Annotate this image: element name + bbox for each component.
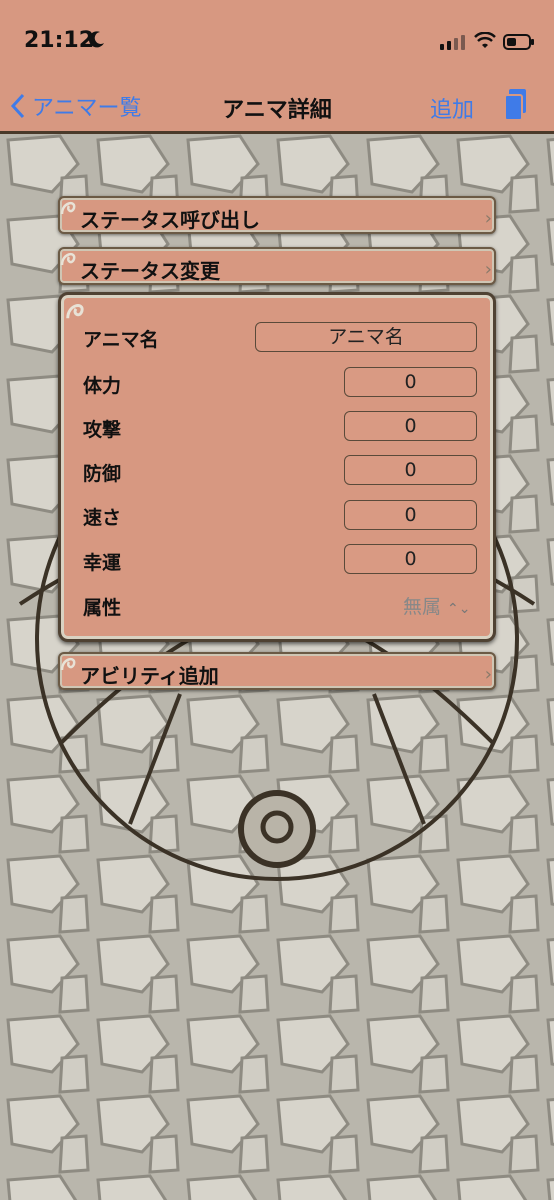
ability-add-cell[interactable]: アビリティ追加 ›: [58, 652, 496, 690]
stat-label-speed: 速さ: [83, 507, 122, 529]
stat-field-speed[interactable]: 0: [344, 500, 477, 530]
status-call-cell[interactable]: ステータス呼び出し ›: [58, 196, 496, 234]
swirl-icon: [66, 304, 84, 319]
stat-field-luck[interactable]: 0: [344, 544, 477, 574]
attribute-select[interactable]: 無属 ⌃⌄: [403, 592, 470, 619]
chevron-right-icon: ›: [484, 208, 492, 229]
anima-name-field[interactable]: アニマ名: [255, 322, 477, 352]
stat-label-defense: 防御: [83, 463, 122, 485]
anima-name-label: アニマ名: [83, 329, 159, 351]
signal-icon: [440, 35, 465, 50]
navigation-bar: アニマー覧 アニマ詳細 追加: [0, 86, 554, 130]
swirl-icon: [60, 252, 76, 266]
swirl-icon: [60, 657, 76, 671]
stat-field-attack[interactable]: 0: [344, 411, 477, 441]
stat-label-luck: 幸運: [83, 552, 122, 574]
status-bar: 21:12: [0, 22, 554, 62]
status-change-label: ステータス変更: [80, 259, 220, 283]
chevron-up-down-icon: ⌃⌄: [447, 601, 471, 617]
stat-label-attack: 攻撃: [83, 419, 122, 441]
anima-form-panel: アニマ名 アニマ名 体力 0 攻撃 0 防御 0 速さ 0 幸運 0 属性 無属…: [58, 292, 496, 642]
wifi-icon: [474, 32, 496, 48]
stat-label-hp: 体力: [83, 375, 122, 397]
ability-add-label: アビリティ追加: [80, 664, 219, 688]
battery-icon: [503, 34, 534, 50]
status-change-cell[interactable]: ステータス変更 ›: [58, 247, 496, 285]
status-call-label: ステータス呼び出し: [80, 208, 260, 232]
top-header: 21:12 アニマー覧 アニマ詳細 追加: [0, 0, 554, 134]
chevron-right-icon: ›: [484, 259, 492, 280]
swirl-icon: [60, 201, 76, 215]
moon-icon: [88, 31, 104, 48]
attribute-value: 無属: [403, 596, 442, 618]
attribute-label: 属性: [83, 597, 122, 619]
status-time: 21:12: [24, 28, 95, 53]
stat-field-hp[interactable]: 0: [344, 367, 477, 397]
chevron-right-icon: ›: [484, 664, 492, 685]
stat-field-defense[interactable]: 0: [344, 455, 477, 485]
document-copy-icon[interactable]: [504, 88, 528, 122]
add-button[interactable]: 追加: [430, 92, 474, 124]
